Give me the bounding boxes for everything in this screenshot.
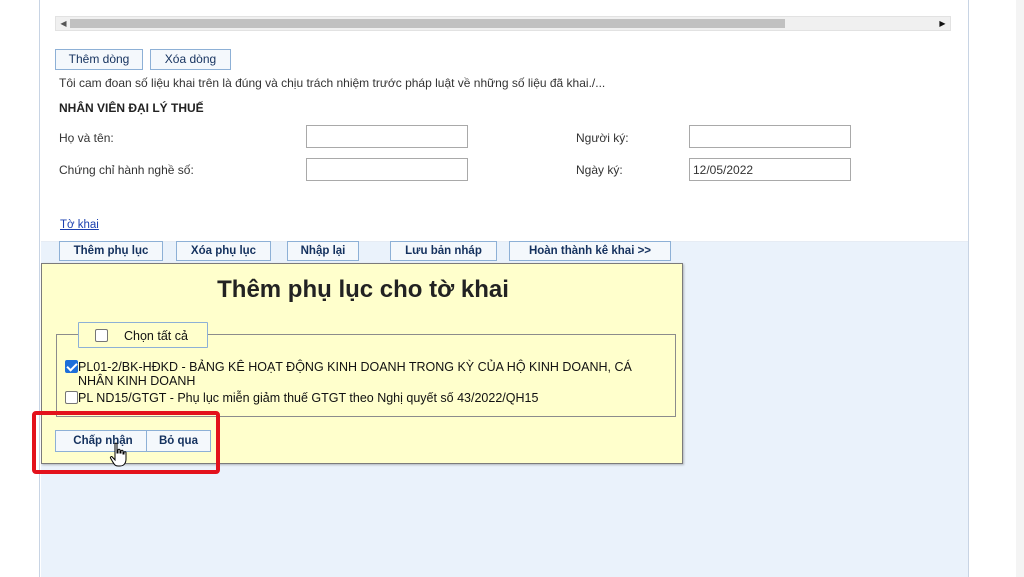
- sign-date-input[interactable]: [689, 158, 851, 181]
- complete-declaration-button[interactable]: Hoàn thành kê khai >>: [509, 241, 671, 261]
- name-label: Họ và tên:: [59, 131, 114, 145]
- form-area: ◀ ▶ Thêm dòng Xóa dòng Tôi cam đoan số l…: [41, 0, 968, 242]
- add-appendix-button[interactable]: Thêm phụ lục: [59, 241, 163, 261]
- select-all-label: Chọn tất cả: [124, 329, 188, 343]
- accept-button[interactable]: Chấp nhận: [55, 430, 151, 452]
- left-margin: [0, 0, 40, 577]
- agent-section-heading: NHÂN VIÊN ĐẠI LÝ THUẾ: [59, 101, 204, 115]
- sign-date-label: Ngày ký:: [576, 163, 623, 177]
- delete-appendix-button[interactable]: Xóa phụ lục: [176, 241, 271, 261]
- appendix-fieldset: Chọn tất cả PL01-2/BK-HĐKD - BẢNG KÊ HOẠ…: [56, 322, 676, 417]
- add-row-button[interactable]: Thêm dòng: [55, 49, 143, 70]
- signer-label: Người ký:: [576, 131, 629, 145]
- cert-input[interactable]: [306, 158, 468, 181]
- scrollbar-thumb[interactable]: [70, 19, 785, 28]
- right-edge: [1016, 0, 1024, 577]
- appendix-label: PL01-2/BK-HĐKD - BẢNG KÊ HOẠT ĐỘNG KINH …: [78, 360, 632, 388]
- scroll-left-icon[interactable]: ◀: [58, 17, 69, 30]
- appendix-label: PL ND15/GTGT - Phụ lục miễn giảm thuế GT…: [78, 391, 539, 405]
- cert-label: Chứng chỉ hành nghề số:: [59, 163, 194, 177]
- select-all-checkbox[interactable]: [95, 329, 108, 342]
- scroll-right-icon[interactable]: ▶: [937, 17, 948, 30]
- appendix-checkbox-nd15[interactable]: [65, 391, 78, 404]
- reenter-button[interactable]: Nhập lại: [287, 241, 359, 261]
- appendix-checkbox-pl01[interactable]: [65, 360, 78, 373]
- horizontal-scrollbar[interactable]: ◀ ▶: [55, 16, 951, 31]
- signer-input[interactable]: [689, 125, 851, 148]
- select-all-legend[interactable]: Chọn tất cả: [78, 322, 208, 348]
- tab-declaration-link[interactable]: Tờ khai: [60, 219, 99, 231]
- skip-button[interactable]: Bỏ qua: [146, 430, 211, 452]
- name-input[interactable]: [306, 125, 468, 148]
- delete-row-button[interactable]: Xóa dòng: [150, 49, 231, 70]
- add-appendix-dialog: Thêm phụ lục cho tờ khai Chọn tất cả PL0…: [41, 263, 683, 464]
- declaration-text: Tôi cam đoan số liệu khai trên là đúng v…: [59, 76, 606, 90]
- dialog-title: Thêm phụ lục cho tờ khai: [217, 276, 509, 303]
- save-draft-button[interactable]: Lưu bản nháp: [390, 241, 497, 261]
